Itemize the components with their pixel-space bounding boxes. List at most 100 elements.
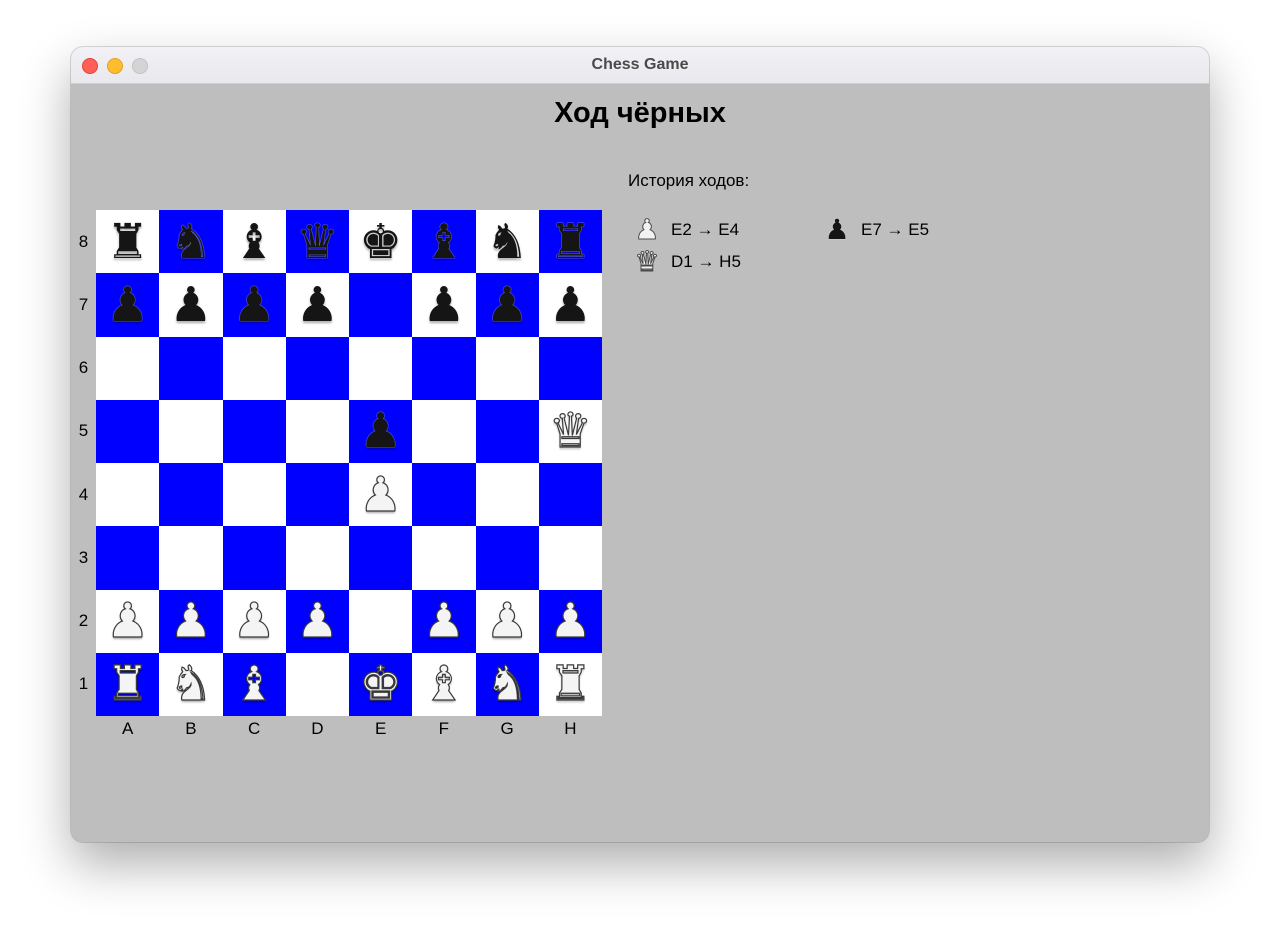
square-a3[interactable] (96, 526, 160, 590)
white-pawn-icon[interactable]: ♟ (106, 597, 150, 646)
square-d7[interactable]: ♟ (285, 273, 349, 337)
square-b2[interactable]: ♟ (159, 589, 223, 653)
square-e7[interactable] (349, 273, 413, 337)
square-a7[interactable]: ♟ (96, 273, 160, 337)
black-king-icon[interactable]: ♚ (359, 218, 402, 266)
square-g4[interactable] (475, 463, 539, 527)
square-d5[interactable] (285, 399, 349, 463)
square-h8[interactable]: ♜ (538, 210, 602, 274)
white-pawn-icon[interactable]: ♟ (359, 470, 403, 519)
white-pawn-icon[interactable]: ♟ (232, 597, 276, 646)
square-a5[interactable] (96, 399, 160, 463)
white-rook-icon[interactable]: ♜ (106, 660, 150, 709)
square-a1[interactable]: ♜ (96, 652, 160, 716)
square-e6[interactable] (349, 336, 413, 400)
square-d3[interactable] (285, 526, 349, 590)
white-bishop-icon[interactable]: ♝ (232, 660, 276, 709)
black-rook-icon[interactable]: ♜ (549, 218, 592, 266)
square-h7[interactable]: ♟ (538, 273, 602, 337)
white-bishop-icon[interactable]: ♝ (422, 660, 466, 709)
black-pawn-icon[interactable]: ♟ (486, 281, 529, 329)
app-window: Chess Game Ход чёрных 8 7 6 5 4 3 2 1 ♜ ♞ ♝ ♛ ♚ ♝ ♞ ♜ ♟… (71, 47, 1209, 842)
white-pawn-icon[interactable]: ♟ (169, 597, 213, 646)
square-g3[interactable] (475, 526, 539, 590)
chess-board[interactable]: ♜ ♞ ♝ ♛ ♚ ♝ ♞ ♜ ♟ ♟ ♟ ♟ ♟ ♟ ♟ ♟ ♛ ♟ ♟ ♟ ♟ ♟ ♟ ♟ ♟ ♜ ♞ ♝ ♚ ♝ ♞ ♜ (96, 210, 602, 716)
white-pawn-icon[interactable]: ♟ (295, 597, 339, 646)
square-a8[interactable]: ♜ (96, 210, 160, 274)
square-h5[interactable]: ♛ (538, 399, 602, 463)
square-d4[interactable] (285, 463, 349, 527)
square-g5[interactable] (475, 399, 539, 463)
square-g6[interactable] (475, 336, 539, 400)
black-pawn-icon[interactable]: ♟ (169, 281, 212, 329)
history-move-text: E2 → E4 (671, 220, 740, 239)
square-c3[interactable] (222, 526, 286, 590)
square-e3[interactable] (349, 526, 413, 590)
square-f8[interactable]: ♝ (412, 210, 476, 274)
square-a2[interactable]: ♟ (96, 589, 160, 653)
square-c2[interactable]: ♟ (222, 589, 286, 653)
square-e4[interactable]: ♟ (349, 463, 413, 527)
square-b7[interactable]: ♟ (159, 273, 223, 337)
square-b8[interactable]: ♞ (159, 210, 223, 274)
square-a4[interactable] (96, 463, 160, 527)
square-f3[interactable] (412, 526, 476, 590)
white-queen-icon: ♛ (634, 245, 660, 278)
square-c7[interactable]: ♟ (222, 273, 286, 337)
black-bishop-icon[interactable]: ♝ (422, 218, 465, 266)
square-g2[interactable]: ♟ (475, 589, 539, 653)
square-h2[interactable]: ♟ (538, 589, 602, 653)
square-b3[interactable] (159, 526, 223, 590)
square-d1[interactable] (285, 652, 349, 716)
white-queen-icon[interactable]: ♛ (548, 407, 592, 456)
black-pawn-icon[interactable]: ♟ (233, 281, 276, 329)
square-f4[interactable] (412, 463, 476, 527)
square-c6[interactable] (222, 336, 286, 400)
white-pawn-icon[interactable]: ♟ (548, 597, 592, 646)
square-b6[interactable] (159, 336, 223, 400)
square-e8[interactable]: ♚ (349, 210, 413, 274)
white-king-icon[interactable]: ♚ (359, 660, 403, 709)
square-e5[interactable]: ♟ (349, 399, 413, 463)
white-knight-icon[interactable]: ♞ (169, 660, 213, 709)
black-pawn-icon[interactable]: ♟ (296, 281, 339, 329)
black-pawn-icon[interactable]: ♟ (422, 281, 465, 329)
square-f7[interactable]: ♟ (412, 273, 476, 337)
square-h6[interactable] (538, 336, 602, 400)
white-rook-icon[interactable]: ♜ (548, 660, 592, 709)
square-d8[interactable]: ♛ (285, 210, 349, 274)
square-f5[interactable] (412, 399, 476, 463)
black-knight-icon[interactable]: ♞ (486, 218, 529, 266)
square-c4[interactable] (222, 463, 286, 527)
white-pawn-icon[interactable]: ♟ (422, 597, 466, 646)
black-queen-icon[interactable]: ♛ (296, 218, 339, 266)
square-f2[interactable]: ♟ (412, 589, 476, 653)
black-pawn-icon[interactable]: ♟ (549, 281, 592, 329)
square-d2[interactable]: ♟ (285, 589, 349, 653)
square-g1[interactable]: ♞ (475, 652, 539, 716)
square-e2[interactable] (349, 589, 413, 653)
white-knight-icon[interactable]: ♞ (485, 660, 529, 709)
black-knight-icon[interactable]: ♞ (169, 218, 212, 266)
square-e1[interactable]: ♚ (349, 652, 413, 716)
square-h3[interactable] (538, 526, 602, 590)
square-b4[interactable] (159, 463, 223, 527)
black-pawn-icon[interactable]: ♟ (359, 407, 402, 455)
black-bishop-icon[interactable]: ♝ (233, 218, 276, 266)
square-f6[interactable] (412, 336, 476, 400)
square-c5[interactable] (222, 399, 286, 463)
square-a6[interactable] (96, 336, 160, 400)
square-h1[interactable]: ♜ (538, 652, 602, 716)
square-g7[interactable]: ♟ (475, 273, 539, 337)
square-d6[interactable] (285, 336, 349, 400)
black-rook-icon[interactable]: ♜ (106, 218, 149, 266)
square-f1[interactable]: ♝ (412, 652, 476, 716)
square-g8[interactable]: ♞ (475, 210, 539, 274)
square-c8[interactable]: ♝ (222, 210, 286, 274)
square-b5[interactable] (159, 399, 223, 463)
black-pawn-icon[interactable]: ♟ (106, 281, 149, 329)
square-c1[interactable]: ♝ (222, 652, 286, 716)
white-pawn-icon[interactable]: ♟ (485, 597, 529, 646)
square-h4[interactable] (538, 463, 602, 527)
square-b1[interactable]: ♞ (159, 652, 223, 716)
